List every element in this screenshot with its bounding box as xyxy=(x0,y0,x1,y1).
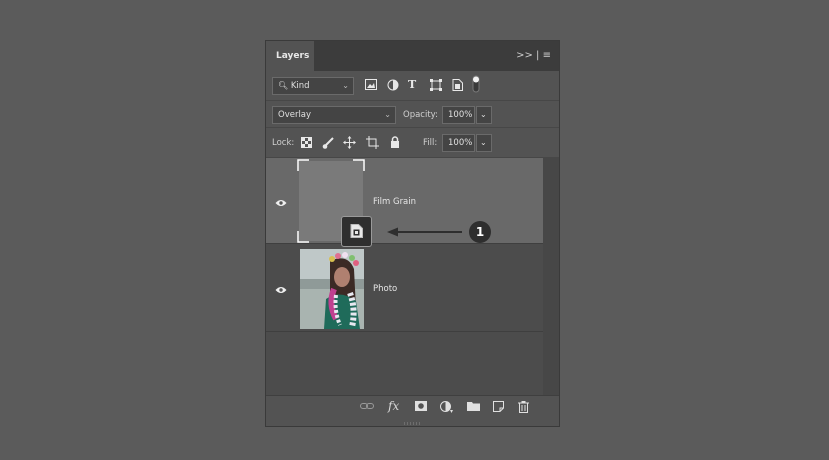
callout-number-badge: 1 xyxy=(469,221,491,243)
layers-list: Film Grain 1 Photo xyxy=(266,158,543,395)
image-filter-icon[interactable] xyxy=(365,79,377,94)
lock-artboard-icon[interactable] xyxy=(366,136,379,153)
smart-object-filter-icon[interactable] xyxy=(452,79,463,95)
filter-toggle-icon[interactable] xyxy=(472,75,480,97)
lock-label: Lock: xyxy=(272,138,295,148)
smart-object-badge-highlight xyxy=(341,216,372,247)
group-folder-icon[interactable] xyxy=(467,401,480,415)
blend-mode-value: Overlay xyxy=(278,110,312,120)
trash-icon[interactable] xyxy=(518,401,529,417)
fill-label: Fill: xyxy=(423,138,438,148)
kind-filter-select[interactable]: 🔍︎ Kind ⌄ xyxy=(272,77,354,95)
layer-name[interactable]: Film Grain xyxy=(373,197,416,207)
layer-row-photo[interactable]: Photo xyxy=(266,245,543,332)
lock-image-icon[interactable] xyxy=(322,137,334,153)
kind-filter-label: Kind xyxy=(290,81,310,91)
layer-row-film-grain[interactable]: Film Grain 1 xyxy=(266,158,543,247)
panel-tabbar: Layers >> | ≡ xyxy=(266,41,559,71)
link-icon[interactable] xyxy=(360,401,374,415)
chevron-down-icon: ⌄ xyxy=(384,110,391,119)
eye-icon[interactable] xyxy=(275,199,287,207)
eye-icon[interactable] xyxy=(275,286,287,294)
layers-scrollbar[interactable] xyxy=(543,158,559,395)
lock-transparent-icon[interactable] xyxy=(301,137,312,152)
search-icon: 🔍︎ xyxy=(278,81,289,90)
adjustment-filter-icon[interactable] xyxy=(387,79,399,95)
type-filter-icon[interactable]: T xyxy=(408,78,416,92)
opacity-dropdown-button[interactable]: ⌄ xyxy=(476,106,492,124)
fill-dropdown-button[interactable]: ⌄ xyxy=(476,134,492,152)
chevron-down-icon: ⌄ xyxy=(480,138,487,147)
smart-object-badge-icon xyxy=(350,224,363,238)
fx-icon[interactable]: fx xyxy=(388,399,399,413)
layer-name[interactable]: Photo xyxy=(373,284,397,294)
blend-mode-select[interactable]: Overlay ⌄ xyxy=(272,106,396,124)
new-layer-icon[interactable] xyxy=(493,401,504,416)
opacity-label: Opacity: xyxy=(403,110,438,120)
filter-row: 🔍︎ Kind ⌄ T xyxy=(266,71,559,101)
blend-row: Overlay ⌄ Opacity: 100% ⌄ xyxy=(266,101,559,128)
chevron-down-icon: ⌄ xyxy=(480,110,487,119)
panel-resize-grip[interactable] xyxy=(404,422,422,425)
layers-panel: Layers >> | ≡ 🔍︎ Kind ⌄ T Overlay ⌄ Opac… xyxy=(265,40,560,427)
tab-layers[interactable]: Layers xyxy=(266,41,314,71)
adjustment-icon[interactable] xyxy=(440,401,453,417)
photo-thumbnail-image xyxy=(300,249,364,329)
callout-arrow xyxy=(387,227,462,237)
lock-all-icon[interactable] xyxy=(390,136,400,152)
layers-footer-toolbar: fx xyxy=(266,395,559,420)
layer-thumbnail[interactable] xyxy=(300,249,364,329)
panel-menu-controls[interactable]: >> | ≡ xyxy=(516,41,551,71)
opacity-field[interactable]: 100% xyxy=(442,106,475,124)
lock-position-icon[interactable] xyxy=(343,136,356,153)
chevron-down-icon: ⌄ xyxy=(342,81,349,90)
mask-icon[interactable] xyxy=(415,401,427,415)
lock-row: Lock: Fill: 100% ⌄ xyxy=(266,128,559,158)
fill-field[interactable]: 100% xyxy=(442,134,475,152)
shape-filter-icon[interactable] xyxy=(430,79,442,95)
